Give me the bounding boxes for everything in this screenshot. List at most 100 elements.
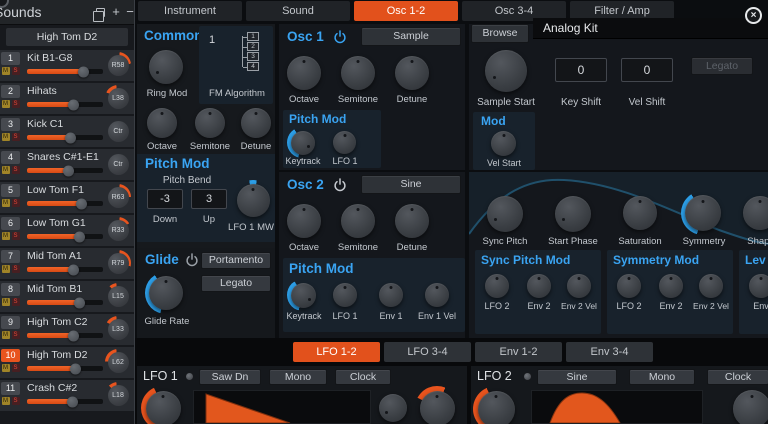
sound-row[interactable]: 9 M S High Tom C2 L33 bbox=[0, 314, 134, 345]
level-slider[interactable] bbox=[27, 69, 103, 74]
slider-handle[interactable] bbox=[68, 330, 79, 341]
osc2-env1-vel-knob[interactable] bbox=[425, 283, 449, 307]
pan-knob[interactable]: Ctr bbox=[108, 121, 129, 142]
close-icon[interactable]: × bbox=[745, 7, 762, 24]
osc2-power-icon[interactable] bbox=[333, 178, 347, 192]
sound-row[interactable]: 8 M S Mid Tom B1 L15 bbox=[0, 281, 134, 312]
solo-button[interactable]: S bbox=[12, 364, 20, 372]
pan-knob[interactable]: Ctr bbox=[108, 154, 129, 175]
lfo1-rate-knob[interactable] bbox=[141, 386, 185, 424]
symmetry-knob[interactable] bbox=[681, 191, 725, 235]
start-phase-knob[interactable] bbox=[555, 196, 591, 232]
slider-handle[interactable] bbox=[68, 99, 79, 110]
lfo1-mode-button[interactable]: Mono bbox=[269, 369, 327, 385]
sound-row[interactable]: 4 M S Snares C#1-E1 Ctr bbox=[0, 149, 134, 180]
slider-handle[interactable] bbox=[76, 198, 87, 209]
lfo2-mode-button[interactable]: Mono bbox=[629, 369, 695, 385]
duplicate-sound-icon[interactable] bbox=[96, 8, 105, 17]
level-slider[interactable] bbox=[27, 333, 103, 338]
vel-start-knob[interactable] bbox=[491, 131, 516, 156]
mute-button[interactable]: M bbox=[2, 364, 10, 372]
osc1-power-icon[interactable] bbox=[333, 30, 347, 44]
lfo1-depth-knob[interactable] bbox=[415, 386, 459, 424]
pitch-bend-up-field[interactable]: 3 bbox=[191, 189, 227, 209]
tab-env-3-4[interactable]: Env 3-4 bbox=[566, 342, 653, 362]
level-slider[interactable] bbox=[27, 300, 103, 305]
tab-sound[interactable]: Sound bbox=[246, 1, 350, 21]
osc1-keytrack-knob[interactable] bbox=[287, 127, 318, 158]
pitch-bend-down-field[interactable]: -3 bbox=[147, 189, 183, 209]
ring-mod-knob[interactable] bbox=[149, 50, 183, 84]
osc1-wave-dropdown[interactable]: Sample bbox=[361, 27, 461, 46]
sample-legato-button[interactable]: Legato bbox=[691, 57, 753, 75]
sound-row[interactable]: 6 M S Low Tom G1 R33 bbox=[0, 215, 134, 246]
tab-lfo-1-2[interactable]: LFO 1-2 bbox=[293, 342, 380, 362]
fm-algorithm-value[interactable]: 1 bbox=[209, 34, 215, 46]
slider-handle[interactable] bbox=[67, 396, 78, 407]
sp-env2-vel-knob[interactable] bbox=[567, 274, 591, 298]
pan-knob[interactable]: R33 bbox=[108, 220, 129, 241]
pan-knob[interactable]: L15 bbox=[108, 286, 129, 307]
sound-row[interactable]: 3 M S Kick C1 Ctr bbox=[0, 116, 134, 147]
osc2-detune-knob[interactable] bbox=[395, 204, 429, 238]
sp-lfo2-knob[interactable] bbox=[485, 274, 509, 298]
pan-knob[interactable]: L18 bbox=[108, 385, 129, 406]
slider-handle[interactable] bbox=[74, 297, 85, 308]
lfo1-aux-knob[interactable] bbox=[379, 394, 407, 422]
portamento-button[interactable]: Portamento bbox=[201, 252, 271, 269]
tab-osc-1-2[interactable]: Osc 1-2 bbox=[354, 1, 458, 21]
pan-knob[interactable]: R63 bbox=[108, 187, 129, 208]
solo-button[interactable]: S bbox=[12, 133, 20, 141]
mute-button[interactable]: M bbox=[2, 166, 10, 174]
solo-button[interactable]: S bbox=[12, 166, 20, 174]
glide-rate-knob[interactable] bbox=[145, 272, 187, 314]
mute-button[interactable]: M bbox=[2, 298, 10, 306]
mute-button[interactable]: M bbox=[2, 133, 10, 141]
osc2-lfo1-knob[interactable] bbox=[333, 283, 357, 307]
lfo1-sync-button[interactable]: Clock bbox=[335, 369, 391, 385]
common-semitone-knob[interactable] bbox=[195, 108, 225, 138]
solo-button[interactable]: S bbox=[12, 265, 20, 273]
sym-lfo2-knob[interactable] bbox=[617, 274, 641, 298]
vel-shift-field[interactable]: 0 bbox=[621, 58, 673, 82]
mute-button[interactable]: M bbox=[2, 265, 10, 273]
osc2-octave-knob[interactable] bbox=[287, 204, 321, 238]
mute-button[interactable]: M bbox=[2, 199, 10, 207]
solo-button[interactable]: S bbox=[12, 232, 20, 240]
key-shift-field[interactable]: 0 bbox=[555, 58, 607, 82]
mute-button[interactable]: M bbox=[2, 331, 10, 339]
pan-knob[interactable]: R79 bbox=[108, 253, 129, 274]
slider-handle[interactable] bbox=[63, 165, 74, 176]
solo-button[interactable]: S bbox=[12, 199, 20, 207]
level-slider[interactable] bbox=[27, 135, 103, 140]
common-octave-knob[interactable] bbox=[147, 108, 177, 138]
lfo2-rate-knob[interactable] bbox=[473, 386, 519, 424]
common-detune-knob[interactable] bbox=[241, 108, 271, 138]
pan-knob[interactable]: R58 bbox=[108, 55, 129, 76]
saturation-knob[interactable] bbox=[623, 196, 657, 230]
sound-row[interactable]: 11 M S Crash C#2 L18 bbox=[0, 380, 134, 411]
glide-power-icon[interactable] bbox=[185, 253, 199, 267]
pan-knob[interactable]: L33 bbox=[108, 319, 129, 340]
sound-row[interactable]: 2 M S Hihats L38 bbox=[0, 83, 134, 114]
sound-row[interactable]: 1 M S Kit B1-G8 R58 bbox=[0, 50, 134, 81]
sync-pitch-knob[interactable] bbox=[487, 196, 523, 232]
osc2-wave-dropdown[interactable]: Sine bbox=[361, 175, 461, 194]
sound-row[interactable]: 10 M S High Tom D2 L62 bbox=[0, 347, 134, 378]
lfo1-wave-button[interactable]: Saw Dn bbox=[199, 369, 261, 385]
osc2-semitone-knob[interactable] bbox=[341, 204, 375, 238]
pan-knob[interactable]: L38 bbox=[108, 88, 129, 109]
glide-legato-button[interactable]: Legato bbox=[201, 275, 271, 292]
lfo2-aux-knob[interactable] bbox=[733, 390, 768, 424]
osc1-octave-knob[interactable] bbox=[287, 56, 321, 90]
mute-button[interactable]: M bbox=[2, 397, 10, 405]
lfo1-mw-knob[interactable] bbox=[233, 180, 273, 220]
osc2-keytrack-knob[interactable] bbox=[287, 279, 319, 311]
pan-knob[interactable]: L62 bbox=[108, 352, 129, 373]
slider-handle[interactable] bbox=[74, 231, 85, 242]
level-slider[interactable] bbox=[27, 399, 103, 404]
mute-button[interactable]: M bbox=[2, 232, 10, 240]
slider-handle[interactable] bbox=[68, 264, 79, 275]
lfo2-wave-button[interactable]: Sine bbox=[537, 369, 617, 385]
sym-env2-vel-knob[interactable] bbox=[699, 274, 723, 298]
